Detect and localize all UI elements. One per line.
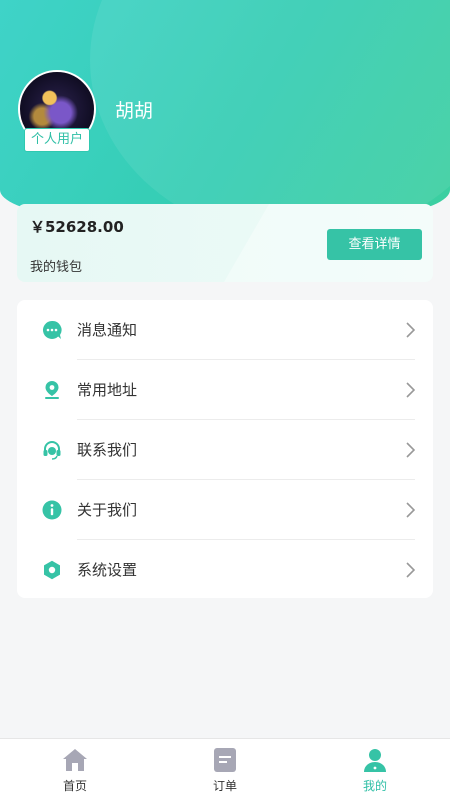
tab-orders[interactable]: 订单 — [150, 739, 300, 800]
menu-item-contact[interactable]: 联系我们 — [17, 420, 433, 480]
menu-item-label: 系统设置 — [77, 561, 138, 579]
wallet-balance: ￥52628.00 — [30, 218, 124, 236]
chevron-right-icon — [406, 562, 415, 578]
menu-item-settings[interactable]: 系统设置 — [17, 540, 433, 600]
avatar-container[interactable]: 个人用户 — [18, 70, 96, 152]
menu-list: 消息通知 常用地址 联系我们 关于我们 系统设置 — [17, 300, 433, 598]
username: 胡胡 — [115, 100, 154, 122]
settings-icon — [44, 560, 60, 580]
menu-item-label: 常用地址 — [77, 381, 138, 399]
headset-icon — [43, 441, 61, 460]
tab-home[interactable]: 首页 — [0, 739, 150, 800]
menu-item-label: 消息通知 — [77, 321, 138, 339]
home-icon — [63, 749, 87, 771]
user-type-badge: 个人用户 — [24, 128, 91, 152]
view-details-button[interactable]: 查看详情 — [327, 229, 422, 260]
tab-profile[interactable]: 我的 — [300, 739, 450, 800]
menu-item-addresses[interactable]: 常用地址 — [17, 360, 433, 420]
tab-label: 我的 — [362, 779, 387, 793]
menu-item-label: 关于我们 — [77, 501, 138, 519]
menu-item-label: 联系我们 — [77, 441, 138, 459]
menu-item-messages[interactable]: 消息通知 — [17, 300, 433, 360]
chevron-right-icon — [406, 442, 415, 458]
info-icon — [42, 500, 62, 520]
profile-icon — [364, 749, 386, 772]
chevron-right-icon — [406, 322, 415, 338]
order-icon — [214, 748, 236, 772]
bottom-tab-bar: 首页 订单 我的 — [0, 738, 450, 800]
wallet-card: ￥52628.00 我的钱包 查看详情 — [17, 204, 433, 282]
tab-label: 订单 — [212, 779, 237, 793]
chevron-right-icon — [406, 502, 415, 518]
tab-label: 首页 — [62, 779, 87, 793]
location-icon — [45, 381, 59, 399]
wallet-label: 我的钱包 — [30, 260, 83, 275]
chevron-right-icon — [406, 382, 415, 398]
message-icon — [42, 320, 62, 339]
menu-item-about[interactable]: 关于我们 — [17, 480, 433, 540]
